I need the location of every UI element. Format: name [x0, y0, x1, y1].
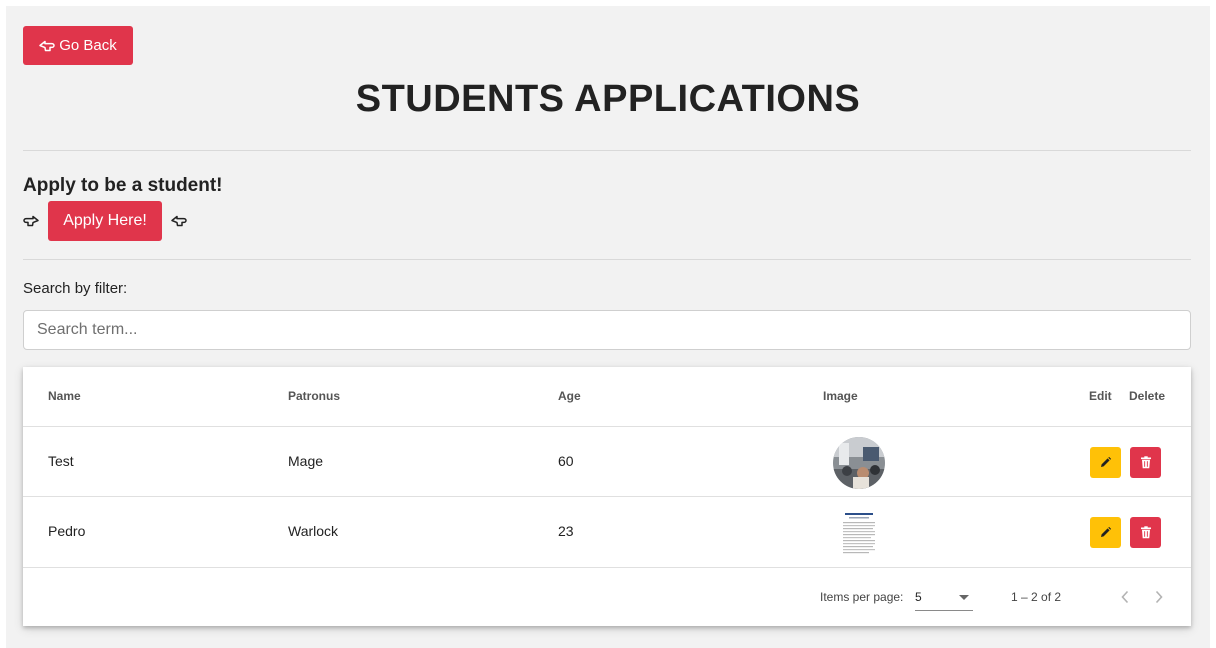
pencil-icon: [1101, 526, 1112, 537]
column-header-edit: Edit: [1089, 389, 1112, 403]
table-row: Test Mage 60: [23, 426, 1191, 497]
apply-here-button[interactable]: Apply Here!: [48, 201, 162, 241]
apply-here-label: Apply Here!: [63, 212, 147, 229]
page: Go Back STUDENTS APPLICATIONS Apply to b…: [6, 6, 1210, 648]
apply-heading: Apply to be a student!: [23, 175, 223, 196]
chevron-left-icon: [1121, 590, 1129, 604]
hand-pointing-left-icon: [171, 215, 187, 227]
student-patronus: Mage: [288, 453, 324, 469]
delete-button[interactable]: [1130, 517, 1161, 548]
search-input[interactable]: [23, 310, 1191, 350]
column-header-patronus: Patronus: [288, 389, 341, 403]
hand-pointing-left-icon: [39, 40, 55, 51]
items-per-page-label: Items per page:: [820, 590, 904, 604]
column-header-name: Name: [48, 389, 81, 403]
items-per-page-value: 5: [915, 590, 922, 604]
paginator: Items per page: 5 1 – 2 of 2: [23, 567, 1191, 627]
pagination-range: 1 – 2 of 2: [1011, 590, 1062, 604]
page-title: STUDENTS APPLICATIONS: [355, 78, 861, 120]
student-photo-image: [833, 437, 885, 489]
apply-row: Apply Here!: [23, 201, 187, 241]
student-patronus: Warlock: [288, 523, 339, 539]
column-header-delete: Delete: [1129, 389, 1166, 403]
caret-down-icon: [959, 595, 969, 600]
header-divider: [23, 150, 1191, 151]
student-document-image: [833, 507, 885, 559]
student-age: 60: [558, 453, 574, 469]
student-name: Test: [48, 453, 74, 469]
edit-button[interactable]: [1090, 447, 1121, 478]
trash-icon: [1140, 456, 1151, 469]
pencil-icon: [1101, 456, 1112, 467]
chevron-right-icon: [1155, 590, 1163, 604]
student-name: Pedro: [48, 523, 86, 539]
next-page-button[interactable]: [1144, 582, 1174, 612]
delete-button[interactable]: [1130, 447, 1161, 478]
apply-divider: [23, 259, 1191, 260]
hand-pointing-right-icon: [23, 215, 39, 227]
go-back-label: Go Back: [59, 37, 117, 54]
previous-page-button[interactable]: [1110, 582, 1140, 612]
student-age: 23: [558, 523, 574, 539]
table-row: Pedro Warlock 23: [23, 496, 1191, 567]
column-header-image: Image: [823, 389, 858, 403]
search-label: Search by filter:: [23, 280, 128, 297]
trash-icon: [1140, 526, 1151, 539]
edit-button[interactable]: [1090, 517, 1121, 548]
column-header-age: Age: [558, 389, 581, 403]
items-per-page-select[interactable]: 5: [915, 582, 973, 611]
students-table: Name Patronus Age Image Edit Delete Test…: [23, 367, 1191, 626]
go-back-button[interactable]: Go Back: [23, 26, 133, 65]
